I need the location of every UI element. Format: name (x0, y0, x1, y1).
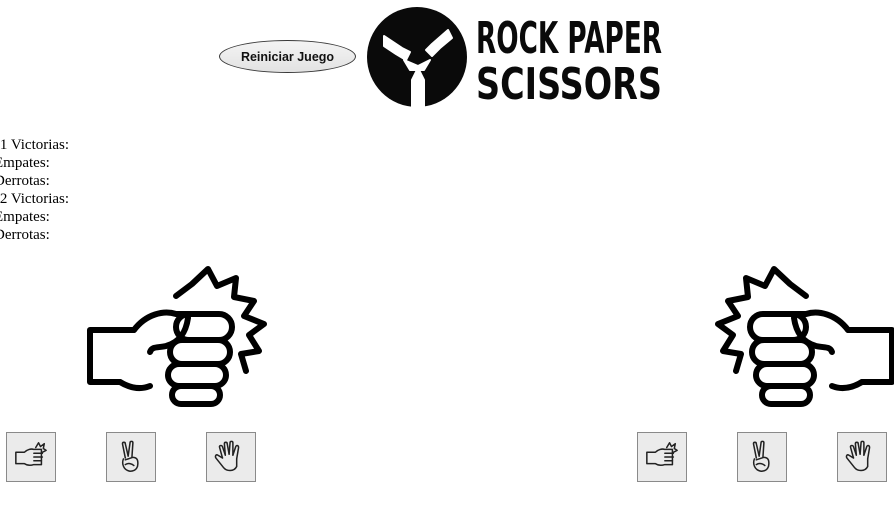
p2-rock-button[interactable] (637, 432, 687, 482)
p1-draws-label: Empates: (0, 155, 50, 171)
p2-wins-label: J2 Victorias: (0, 191, 70, 207)
scoreboard: J1 Victorias: Empates: Derrotas: J2 Vict… (0, 136, 69, 244)
rock-icon (15, 442, 47, 466)
paper-icon (845, 440, 871, 472)
p2-scissors-button[interactable] (737, 432, 787, 482)
p2-losses-label: Derrotas: (0, 227, 50, 243)
p1-losses-label: Derrotas: (0, 173, 50, 189)
scissors-icon (752, 440, 770, 472)
svg-text:SCISSORS: SCISSORS (476, 59, 662, 110)
player1-rock-hand-icon (84, 262, 270, 408)
p1-wins-label: J1 Victorias: (0, 137, 70, 153)
p1-rock-button[interactable] (6, 432, 56, 482)
p2-draws-label: Empates: (0, 209, 50, 225)
paper-icon (214, 440, 240, 472)
p2-paper-button[interactable] (837, 432, 887, 482)
restart-game-button[interactable]: Reiniciar Juego (219, 40, 356, 73)
player2-rock-hand-icon (712, 262, 894, 408)
rock-icon (646, 442, 678, 466)
rock-paper-scissors-logo: ROCK PAPER SCISSORS (367, 7, 662, 110)
scissors-icon (121, 440, 139, 472)
p1-paper-button[interactable] (206, 432, 256, 482)
p1-scissors-button[interactable] (106, 432, 156, 482)
svg-text:ROCK PAPER: ROCK PAPER (476, 13, 662, 64)
